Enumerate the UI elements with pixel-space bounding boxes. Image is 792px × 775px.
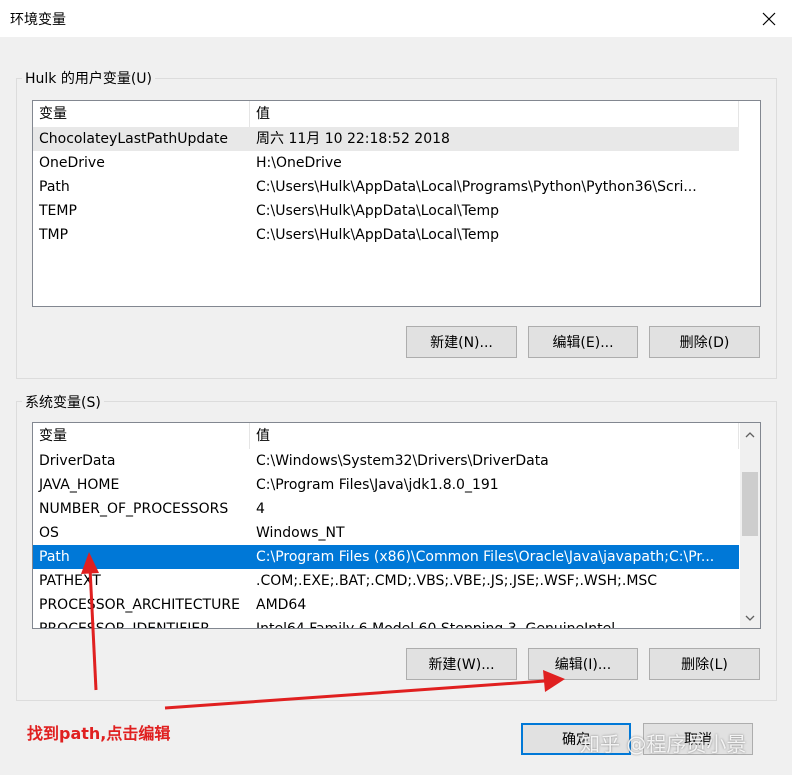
var-value: C:\Program Files (x86)\Common Files\Orac… (256, 549, 715, 565)
annotation-text: 找到path,点击编辑 (27, 724, 171, 743)
table-row[interactable]: NUMBER_OF_PROCESSORS 4 (33, 497, 739, 521)
table-row[interactable]: OneDrive H:\OneDrive (33, 151, 739, 175)
system-vars-rows: DriverData C:\Windows\System32\Drivers\D… (33, 449, 739, 629)
var-value: C:\Windows\System32\Drivers\DriverData (256, 453, 549, 469)
table-row[interactable]: OS Windows_NT (33, 521, 739, 545)
table-row[interactable]: PROCESSOR_ARCHITECTURE AMD64 (33, 593, 739, 617)
var-value: .COM;.EXE;.BAT;.CMD;.VBS;.VBE;.JS;.JSE;.… (256, 573, 658, 589)
column-header-value[interactable]: 值 (250, 101, 739, 127)
var-name: TEMP (39, 203, 77, 219)
var-name: ChocolateyLastPathUpdate (39, 131, 228, 147)
var-name: JAVA_HOME (39, 477, 120, 493)
chevron-up-icon (745, 432, 755, 438)
scroll-up-arrow[interactable] (740, 425, 760, 445)
close-button[interactable] (746, 0, 792, 37)
var-name: TMP (39, 227, 69, 243)
user-vars-label: Hulk 的用户变量(U) (22, 68, 156, 88)
user-delete-button[interactable]: 删除(D) (649, 326, 760, 358)
column-header-value[interactable]: 值 (250, 423, 739, 449)
system-vars-scrollbar[interactable] (740, 423, 760, 628)
table-row[interactable]: ChocolateyLastPathUpdate 周六 11月 10 22:18… (33, 127, 739, 151)
chevron-down-icon (745, 615, 755, 621)
var-value: 周六 11月 10 22:18:52 2018 (256, 131, 450, 147)
var-value: 4 (256, 501, 265, 517)
var-value: Intel64 Family 6 Model 60 Stepping 3, Ge… (256, 621, 616, 629)
var-value: AMD64 (256, 597, 307, 613)
system-delete-button[interactable]: 删除(L) (649, 648, 760, 680)
close-icon (762, 12, 776, 25)
scroll-down-arrow[interactable] (740, 608, 760, 628)
var-value: C:\Users\Hulk\AppData\Local\Temp (256, 227, 500, 243)
var-name: Path (39, 179, 70, 195)
table-row[interactable]: PATHEXT .COM;.EXE;.BAT;.CMD;.VBS;.VBE;.J… (33, 569, 739, 593)
var-name: Path (39, 549, 70, 565)
var-value: C:\Program Files\Java\jdk1.8.0_191 (256, 477, 499, 493)
table-row[interactable]: DriverData C:\Windows\System32\Drivers\D… (33, 449, 739, 473)
var-value: C:\Users\Hulk\AppData\Local\Temp (256, 203, 500, 219)
var-name: OS (39, 525, 59, 541)
var-name: PROCESSOR_ARCHITECTURE (39, 597, 240, 613)
var-name: PATHEXT (39, 573, 101, 589)
user-new-button[interactable]: 新建(N)... (406, 326, 517, 358)
var-name: DriverData (39, 453, 116, 469)
user-vars-header: 变量 值 (33, 101, 739, 127)
window-title: 环境变量 (10, 12, 66, 28)
system-vars-header: 变量 值 (33, 423, 739, 449)
var-value: H:\OneDrive (256, 155, 342, 171)
var-value: C:\Users\Hulk\AppData\Local\Programs\Pyt… (256, 179, 697, 195)
user-vars-rows: ChocolateyLastPathUpdate 周六 11月 10 22:18… (33, 127, 739, 247)
watermark: 知乎 @程序员小景 (580, 732, 747, 756)
var-name: OneDrive (39, 155, 105, 171)
title-bar: 环境变量 (0, 0, 792, 37)
scroll-thumb[interactable] (742, 472, 758, 536)
system-new-button[interactable]: 新建(W)... (406, 648, 517, 680)
system-vars-list[interactable]: 变量 值 DriverData C:\Windows\System32\Driv… (32, 422, 761, 629)
var-name: PROCESSOR_IDENTIFIER (39, 621, 210, 629)
system-vars-label: 系统变量(S) (22, 392, 104, 412)
table-row[interactable]: Path C:\Users\Hulk\AppData\Local\Program… (33, 175, 739, 199)
table-row-selected[interactable]: Path C:\Program Files (x86)\Common Files… (33, 545, 739, 569)
column-header-variable[interactable]: 变量 (33, 101, 250, 127)
table-row[interactable]: TEMP C:\Users\Hulk\AppData\Local\Temp (33, 199, 739, 223)
column-header-variable[interactable]: 变量 (33, 423, 250, 449)
var-value: Windows_NT (256, 525, 345, 541)
table-row[interactable]: PROCESSOR_IDENTIFIER Intel64 Family 6 Mo… (33, 617, 739, 629)
table-row[interactable]: TMP C:\Users\Hulk\AppData\Local\Temp (33, 223, 739, 247)
table-row[interactable]: JAVA_HOME C:\Program Files\Java\jdk1.8.0… (33, 473, 739, 497)
user-edit-button[interactable]: 编辑(E)... (528, 326, 638, 358)
var-name: NUMBER_OF_PROCESSORS (39, 501, 229, 517)
system-edit-button[interactable]: 编辑(I)... (528, 648, 638, 680)
user-vars-list[interactable]: 变量 值 ChocolateyLastPathUpdate 周六 11月 10 … (32, 100, 761, 307)
